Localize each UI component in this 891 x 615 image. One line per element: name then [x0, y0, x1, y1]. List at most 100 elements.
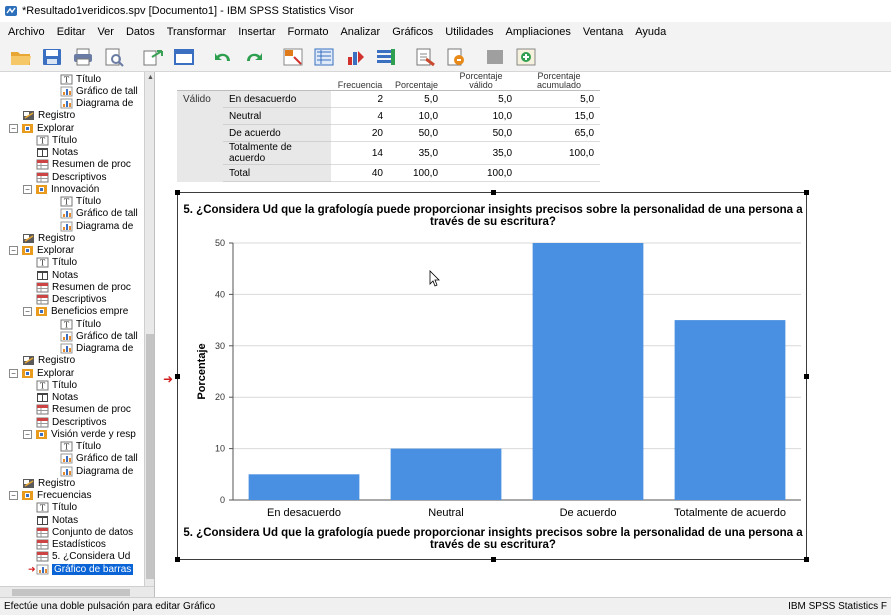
navigator-item-log[interactable]: Registro — [22, 110, 75, 122]
navigator-item-folder[interactable]: − Visión verde y resp — [23, 428, 136, 440]
export-icon — [143, 49, 163, 65]
navigator-item-log[interactable]: Registro — [22, 232, 75, 244]
navigator-item-chart[interactable]: Diagrama de — [60, 220, 133, 232]
navigator-item-table[interactable]: 5. ¿Considera Ud — [36, 551, 130, 563]
spss-app-icon — [5, 6, 17, 16]
collapse-toggle-icon[interactable]: − — [23, 307, 32, 317]
folder-icon — [22, 246, 33, 255]
navigator-item-log[interactable]: Registro — [22, 355, 75, 367]
folder-icon — [22, 123, 33, 133]
navigator-item-label: Gráfico de barras — [52, 563, 134, 575]
add-button[interactable] — [513, 45, 539, 69]
navigator-item-folder[interactable]: − Frecuencias — [9, 490, 91, 502]
collapse-toggle-icon[interactable]: − — [9, 491, 18, 500]
navigator-item-folder[interactable]: − Innovación — [23, 183, 99, 195]
navigator-item-table[interactable]: Resumen de proc — [36, 159, 131, 171]
navigator-item-table[interactable]: Estadísticos — [36, 539, 106, 551]
navigator-item-label: Conjunto de datos — [52, 526, 134, 538]
add-icon — [516, 48, 536, 65]
navigator-item-title[interactable]: T Título — [60, 318, 101, 330]
scrollbar-thumb[interactable] — [146, 334, 154, 579]
navigator-item-table[interactable]: Descriptivos — [36, 294, 106, 306]
export-button[interactable] — [140, 45, 166, 69]
navigator-item-title[interactable]: T Título — [36, 379, 77, 391]
chart-icon — [60, 343, 73, 354]
navigator-item-chart[interactable]: Gráfico de tall — [60, 85, 138, 97]
menu-analizar[interactable]: Analizar — [334, 26, 386, 38]
navigator-item-notes[interactable]: Notas — [36, 514, 78, 526]
menu-editar[interactable]: Editar — [51, 26, 92, 38]
menu-archivo[interactable]: Archivo — [2, 26, 51, 38]
chart-icon — [60, 98, 73, 109]
recall-dialog-button[interactable] — [171, 45, 197, 69]
navigator-item-folder[interactable]: − Explorar — [9, 367, 74, 379]
menu-ventana[interactable]: Ventana — [577, 26, 629, 38]
navigator-item-table[interactable]: Resumen de proc — [36, 404, 131, 416]
navigator-item-folder[interactable]: − Explorar — [9, 122, 74, 134]
menu-datos[interactable]: Datos — [120, 26, 161, 38]
navigator-item-chart[interactable]: Gráfico de tall — [60, 453, 138, 465]
navigator-item-notes[interactable]: Notas — [36, 147, 78, 159]
navigator-item-chart[interactable]: Gráfico de tall — [60, 208, 138, 220]
output-navigator[interactable]: T Título Gráfico de tall Diagrama de Registr… — [0, 72, 155, 597]
designate-window-button[interactable] — [412, 45, 438, 69]
menu-utilidades[interactable]: Utilidades — [439, 26, 499, 38]
navigator-item-chart[interactable]: Diagrama de — [60, 465, 133, 477]
navigator-item-label: Descriptivos — [52, 171, 107, 183]
variables-button[interactable] — [342, 45, 368, 69]
redo-button[interactable] — [241, 45, 267, 69]
undo-button[interactable] — [210, 45, 236, 69]
scroll-up-arrow-icon[interactable]: ▲ — [145, 72, 154, 83]
table-icon — [36, 294, 49, 305]
open-folder-button[interactable] — [8, 45, 34, 69]
navigator-item-table[interactable]: Resumen de proc — [36, 281, 131, 293]
navigator-item-title[interactable]: T Título — [36, 134, 77, 146]
title-icon: T — [60, 441, 73, 452]
navigator-item-table[interactable]: Conjunto de datos — [36, 526, 133, 538]
navigator-item-title[interactable]: T Título — [60, 196, 101, 208]
navigator-item-folder[interactable]: − Beneficios empre — [23, 306, 128, 318]
use-sets-button[interactable] — [373, 45, 399, 69]
print-preview-button[interactable] — [101, 45, 127, 69]
navigator-item-chart[interactable]: Gráfico de tall — [60, 330, 138, 342]
menu-formato[interactable]: Formato — [282, 26, 335, 38]
menu-ampliaciones[interactable]: Ampliaciones — [500, 26, 577, 38]
navigator-item-notes[interactable]: Notas — [36, 269, 78, 281]
menu-ver[interactable]: Ver — [91, 26, 120, 38]
navigator-item-folder[interactable]: − Explorar — [9, 245, 74, 257]
save-button[interactable] — [39, 45, 65, 69]
print-button[interactable] — [70, 45, 96, 69]
navigator-item-table[interactable]: Descriptivos — [36, 416, 106, 428]
navigator-item-chart[interactable]: Diagrama de — [60, 98, 133, 110]
goto-case-button[interactable] — [311, 45, 337, 69]
disabled-tool-button[interactable] — [482, 45, 508, 69]
navigator-item-title[interactable]: T Título — [60, 441, 101, 453]
scrollbar-thumb[interactable] — [12, 589, 130, 596]
output-content[interactable]: Frecuencia Porcentaje Porcentaje válido … — [157, 72, 891, 597]
menu-transformar[interactable]: Transformar — [161, 26, 233, 38]
navigator-item-chart[interactable]: Gráfico de barras — [36, 563, 134, 575]
navigator-item-title[interactable]: T Título — [60, 73, 101, 85]
frequency-table[interactable]: Frecuencia Porcentaje Porcentaje válido … — [177, 72, 601, 182]
collapse-toggle-icon[interactable]: − — [9, 246, 18, 255]
select-last-output-button[interactable] — [443, 45, 469, 69]
menu-ayuda[interactable]: Ayuda — [629, 26, 672, 38]
collapse-toggle-icon[interactable]: − — [9, 123, 18, 133]
navigator-item-log[interactable]: Registro — [22, 477, 75, 489]
collapse-toggle-icon[interactable]: − — [23, 184, 32, 194]
menu-graficos[interactable]: Gráficos — [386, 26, 439, 38]
bar-2 — [390, 448, 502, 500]
goto-data-button[interactable] — [280, 45, 306, 69]
navigator-item-title[interactable]: T Título — [36, 502, 77, 514]
navigator-item-title[interactable]: T Título — [36, 257, 77, 269]
collapse-toggle-icon[interactable]: − — [9, 368, 18, 378]
menu-insertar[interactable]: Insertar — [232, 26, 281, 38]
navigator-horizontal-scrollbar[interactable] — [0, 586, 154, 597]
navigator-item-notes[interactable]: Notas — [36, 392, 78, 404]
collapse-toggle-icon[interactable]: − — [23, 429, 32, 439]
navigator-item-table[interactable]: Descriptivos — [36, 171, 106, 183]
bar-chart[interactable]: 5. ¿Considera Ud que la grafología puede… — [175, 190, 809, 562]
navigator-vertical-scrollbar[interactable]: ▲ — [144, 72, 154, 586]
navigator-item-chart[interactable]: Diagrama de — [60, 343, 133, 355]
notes-icon — [37, 515, 48, 525]
